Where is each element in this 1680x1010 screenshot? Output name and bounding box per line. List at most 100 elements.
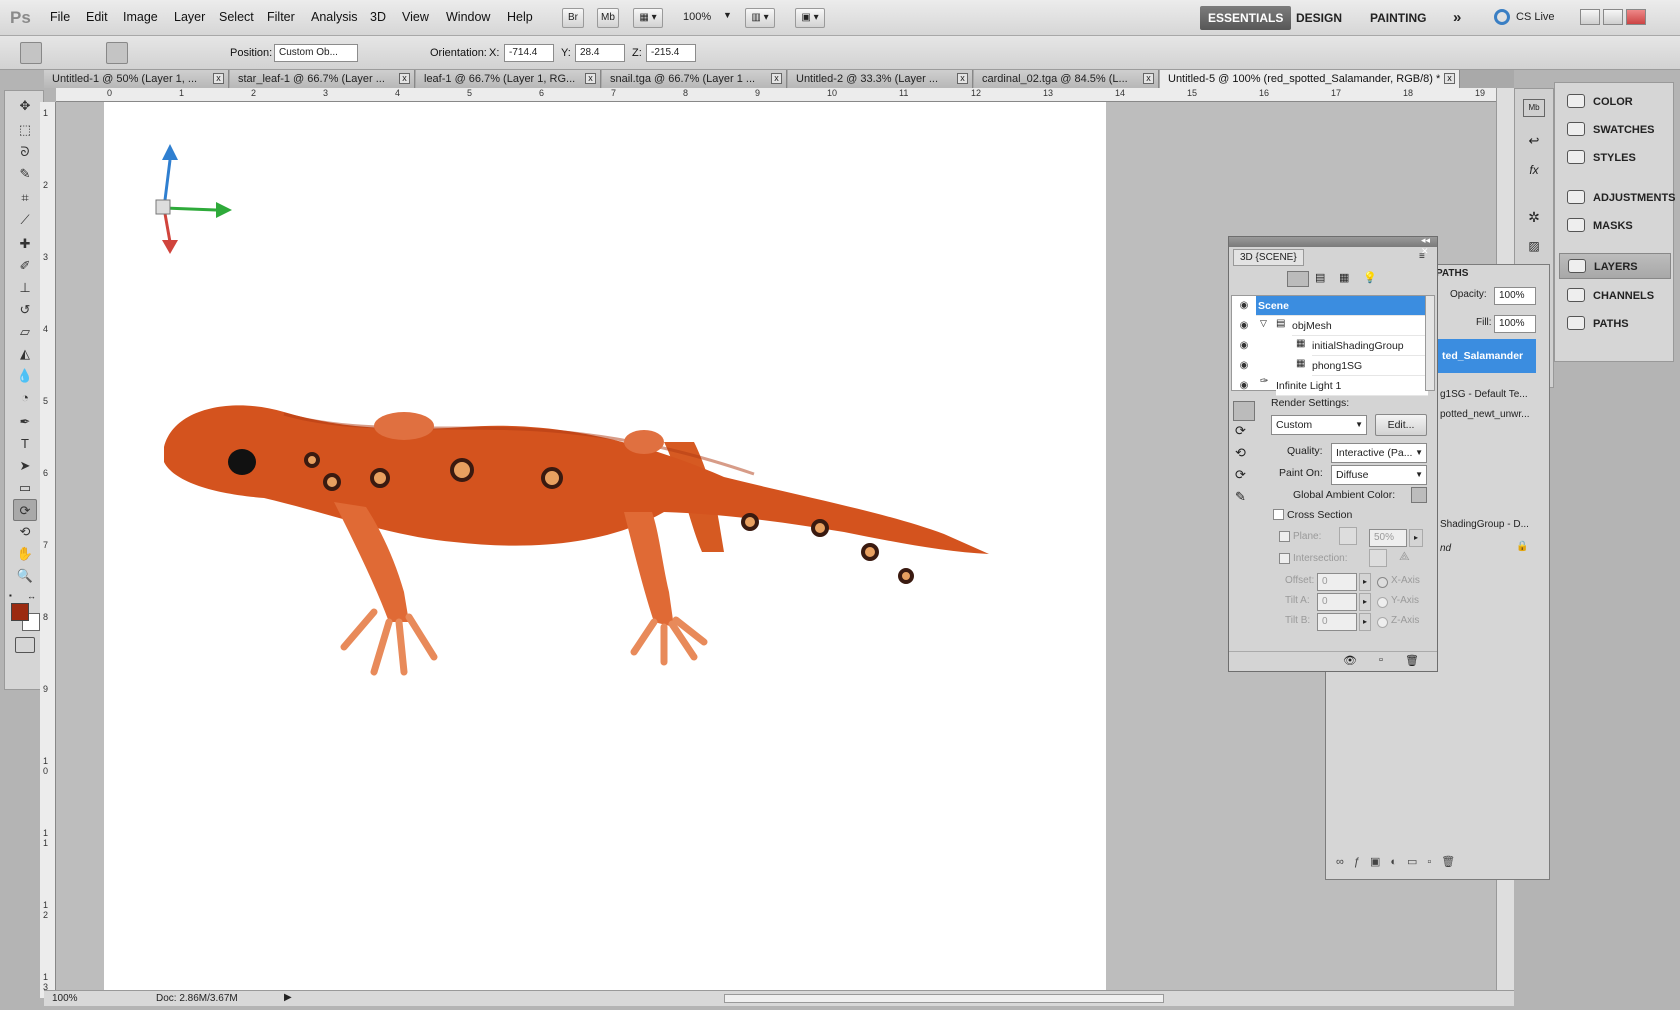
dock-channels[interactable]: CHANNELS	[1559, 283, 1671, 309]
fill-field[interactable]: 100%	[1494, 315, 1536, 333]
tree-scrollbar[interactable]	[1425, 295, 1435, 391]
plane-opacity-field[interactable]: 50%	[1369, 529, 1407, 547]
hand-tool-icon[interactable]: ✋	[13, 543, 37, 565]
image-panel-icon[interactable]: ▨	[1523, 239, 1545, 257]
drag-object-icon[interactable]	[156, 42, 178, 64]
plane-color-swatch[interactable]	[1339, 527, 1357, 545]
scene-settings-icon[interactable]	[1233, 401, 1255, 421]
path-selection-tool-icon[interactable]: ➤	[13, 455, 37, 477]
tab-cardinal[interactable]: cardinal_02.tga @ 84.5% (L... x	[974, 70, 1159, 88]
panel-titlebar[interactable]	[1229, 237, 1437, 247]
menu-window[interactable]: Window	[446, 10, 490, 24]
tab-untitled-5[interactable]: Untitled-5 @ 100% (red_spotted_Salamande…	[1160, 70, 1460, 88]
return-to-initial-position-icon[interactable]	[72, 42, 94, 64]
default-colors-icon[interactable]: ▪	[9, 591, 12, 600]
more-workspaces-button[interactable]: »	[1445, 6, 1469, 30]
scene-tab[interactable]: 3D {SCENE}	[1233, 249, 1304, 266]
light-filter-icon[interactable]: 💡	[1363, 271, 1379, 287]
quality-dropdown[interactable]: Interactive (Pa...	[1331, 443, 1427, 463]
eye-icon[interactable]: ◉	[1236, 358, 1252, 374]
layers-footer-icons[interactable]: ∞ƒ▣◐▭▫🗑	[1336, 855, 1540, 873]
y-axis-radio[interactable]	[1377, 597, 1388, 608]
restore-button[interactable]	[1603, 9, 1623, 25]
close-icon[interactable]: x	[771, 73, 782, 84]
eye-icon[interactable]: ◉	[1236, 378, 1252, 394]
menu-select[interactable]: Select	[219, 10, 254, 24]
paint-bucket-tool-icon[interactable]: ◭	[13, 343, 37, 365]
workspace-design[interactable]: DESIGN	[1288, 6, 1350, 30]
close-icon[interactable]: x	[399, 73, 410, 84]
offset-field[interactable]: 0	[1317, 573, 1357, 591]
status-zoom-field[interactable]: 100%	[52, 993, 78, 1004]
tab-star-leaf[interactable]: star_leaf-1 @ 66.7% (Layer ... x	[230, 70, 415, 88]
intersection-color-swatch[interactable]	[1369, 549, 1387, 567]
tab-leaf[interactable]: leaf-1 @ 66.7% (Layer 1, RG... x	[416, 70, 601, 88]
cross-section-checkbox[interactable]	[1273, 509, 1284, 520]
rotate-object-icon[interactable]	[106, 42, 128, 64]
close-icon[interactable]: x	[1444, 73, 1455, 84]
stepper-arrow-icon[interactable]: ▸	[1359, 613, 1371, 631]
material-filter-icon[interactable]: ▦	[1339, 271, 1355, 287]
mini-bridge-button[interactable]: Mb	[597, 8, 619, 28]
eye-icon[interactable]: ◉	[1236, 298, 1252, 314]
tool-preset-picker[interactable]	[20, 42, 42, 64]
z-axis-radio[interactable]	[1377, 617, 1388, 628]
close-icon[interactable]: x	[1143, 73, 1154, 84]
dodge-tool-icon[interactable]: ◔	[13, 387, 37, 409]
menu-layer[interactable]: Layer	[174, 10, 205, 24]
ambient-color-swatch[interactable]	[1411, 487, 1427, 503]
intersection-checkbox[interactable]	[1279, 553, 1290, 564]
blur-tool-icon[interactable]: 💧	[13, 365, 37, 387]
layer-row[interactable]: potted_newt_unwr...	[1440, 409, 1530, 420]
move-tool-icon[interactable]: ✥	[13, 95, 37, 117]
close-window-button[interactable]	[1626, 9, 1646, 25]
quick-mask-icon[interactable]	[15, 637, 35, 653]
tab-paths[interactable]: PATHS	[1436, 268, 1468, 279]
render-preset-dropdown[interactable]: Custom	[1271, 415, 1367, 435]
edit-button[interactable]: Edit...	[1375, 414, 1427, 436]
menu-file[interactable]: File	[50, 10, 70, 24]
stepper-arrow-icon[interactable]: ▸	[1359, 573, 1371, 591]
swap-colors-icon[interactable]: ↔	[27, 591, 36, 601]
paint-on-dropdown[interactable]: Diffuse	[1331, 465, 1427, 485]
orientation-z-field[interactable]: -215.4	[646, 44, 696, 62]
type-tool-icon[interactable]: T	[13, 433, 37, 455]
dock-color[interactable]: COLOR	[1559, 89, 1671, 115]
layer-row[interactable]: g1SG - Default Te...	[1440, 389, 1528, 400]
dock-paths[interactable]: PATHS	[1559, 311, 1671, 337]
material-settings-icon[interactable]: ⟳	[1235, 467, 1246, 483]
tab-snail[interactable]: snail.tga @ 66.7% (Layer 1 ... x	[602, 70, 787, 88]
eraser-tool-icon[interactable]: ▱	[13, 321, 37, 343]
view-extras-button[interactable]: ▦ ▾	[633, 8, 663, 28]
screen-mode-button[interactable]: ▣ ▾	[795, 8, 825, 28]
bridge-button[interactable]: Br	[562, 8, 584, 28]
tree-item-initialshadinggroup[interactable]: initialShadingGroup	[1312, 336, 1428, 356]
tree-item-infinite-light[interactable]: Infinite Light 1	[1276, 376, 1428, 396]
fx-panel-icon[interactable]: fx	[1523, 163, 1545, 181]
marquee-tool-icon[interactable]: ⬚	[13, 119, 37, 141]
mesh-settings-icon[interactable]: ⟲	[1235, 445, 1246, 461]
tree-item-scene[interactable]: Scene	[1256, 296, 1426, 316]
dock-layers[interactable]: LAYERS	[1559, 253, 1671, 279]
horizontal-scrollbar[interactable]	[724, 994, 1164, 1003]
brush-tool-icon[interactable]: ✐	[13, 255, 37, 277]
arrange-documents-button[interactable]: ▥ ▾	[745, 8, 775, 28]
salamander-3d-model[interactable]	[104, 102, 1106, 990]
scale-object-icon[interactable]	[204, 42, 226, 64]
workspace-painting[interactable]: PAINTING	[1362, 6, 1434, 30]
eyedropper-tool-icon[interactable]: ⟋	[13, 209, 37, 231]
eye-icon[interactable]: ◉	[1236, 318, 1252, 334]
foreground-color-swatch[interactable]	[11, 603, 29, 621]
tab-untitled-2[interactable]: Untitled-2 @ 33.3% (Layer ... x	[788, 70, 973, 88]
3d-rotate-tool-icon[interactable]: ⟳	[13, 499, 37, 521]
dock-adjustments[interactable]: ADJUSTMENTS	[1559, 185, 1676, 211]
scene-filter-icon[interactable]	[1287, 271, 1309, 287]
delete-icon[interactable]: 🗑	[1405, 654, 1419, 667]
document-size-info[interactable]: Doc: 2.86M/3.67M	[156, 993, 238, 1004]
history-panel-icon[interactable]: ↩	[1523, 133, 1545, 151]
roll-object-icon[interactable]	[132, 42, 154, 64]
menu-filter[interactable]: Filter	[267, 10, 295, 24]
new-light-icon[interactable]: ▫	[1379, 654, 1383, 666]
toggle-overlay-icon[interactable]: 👁	[1343, 654, 1357, 667]
tab-untitled-1[interactable]: Untitled-1 @ 50% (Layer 1, ... x	[44, 70, 229, 88]
